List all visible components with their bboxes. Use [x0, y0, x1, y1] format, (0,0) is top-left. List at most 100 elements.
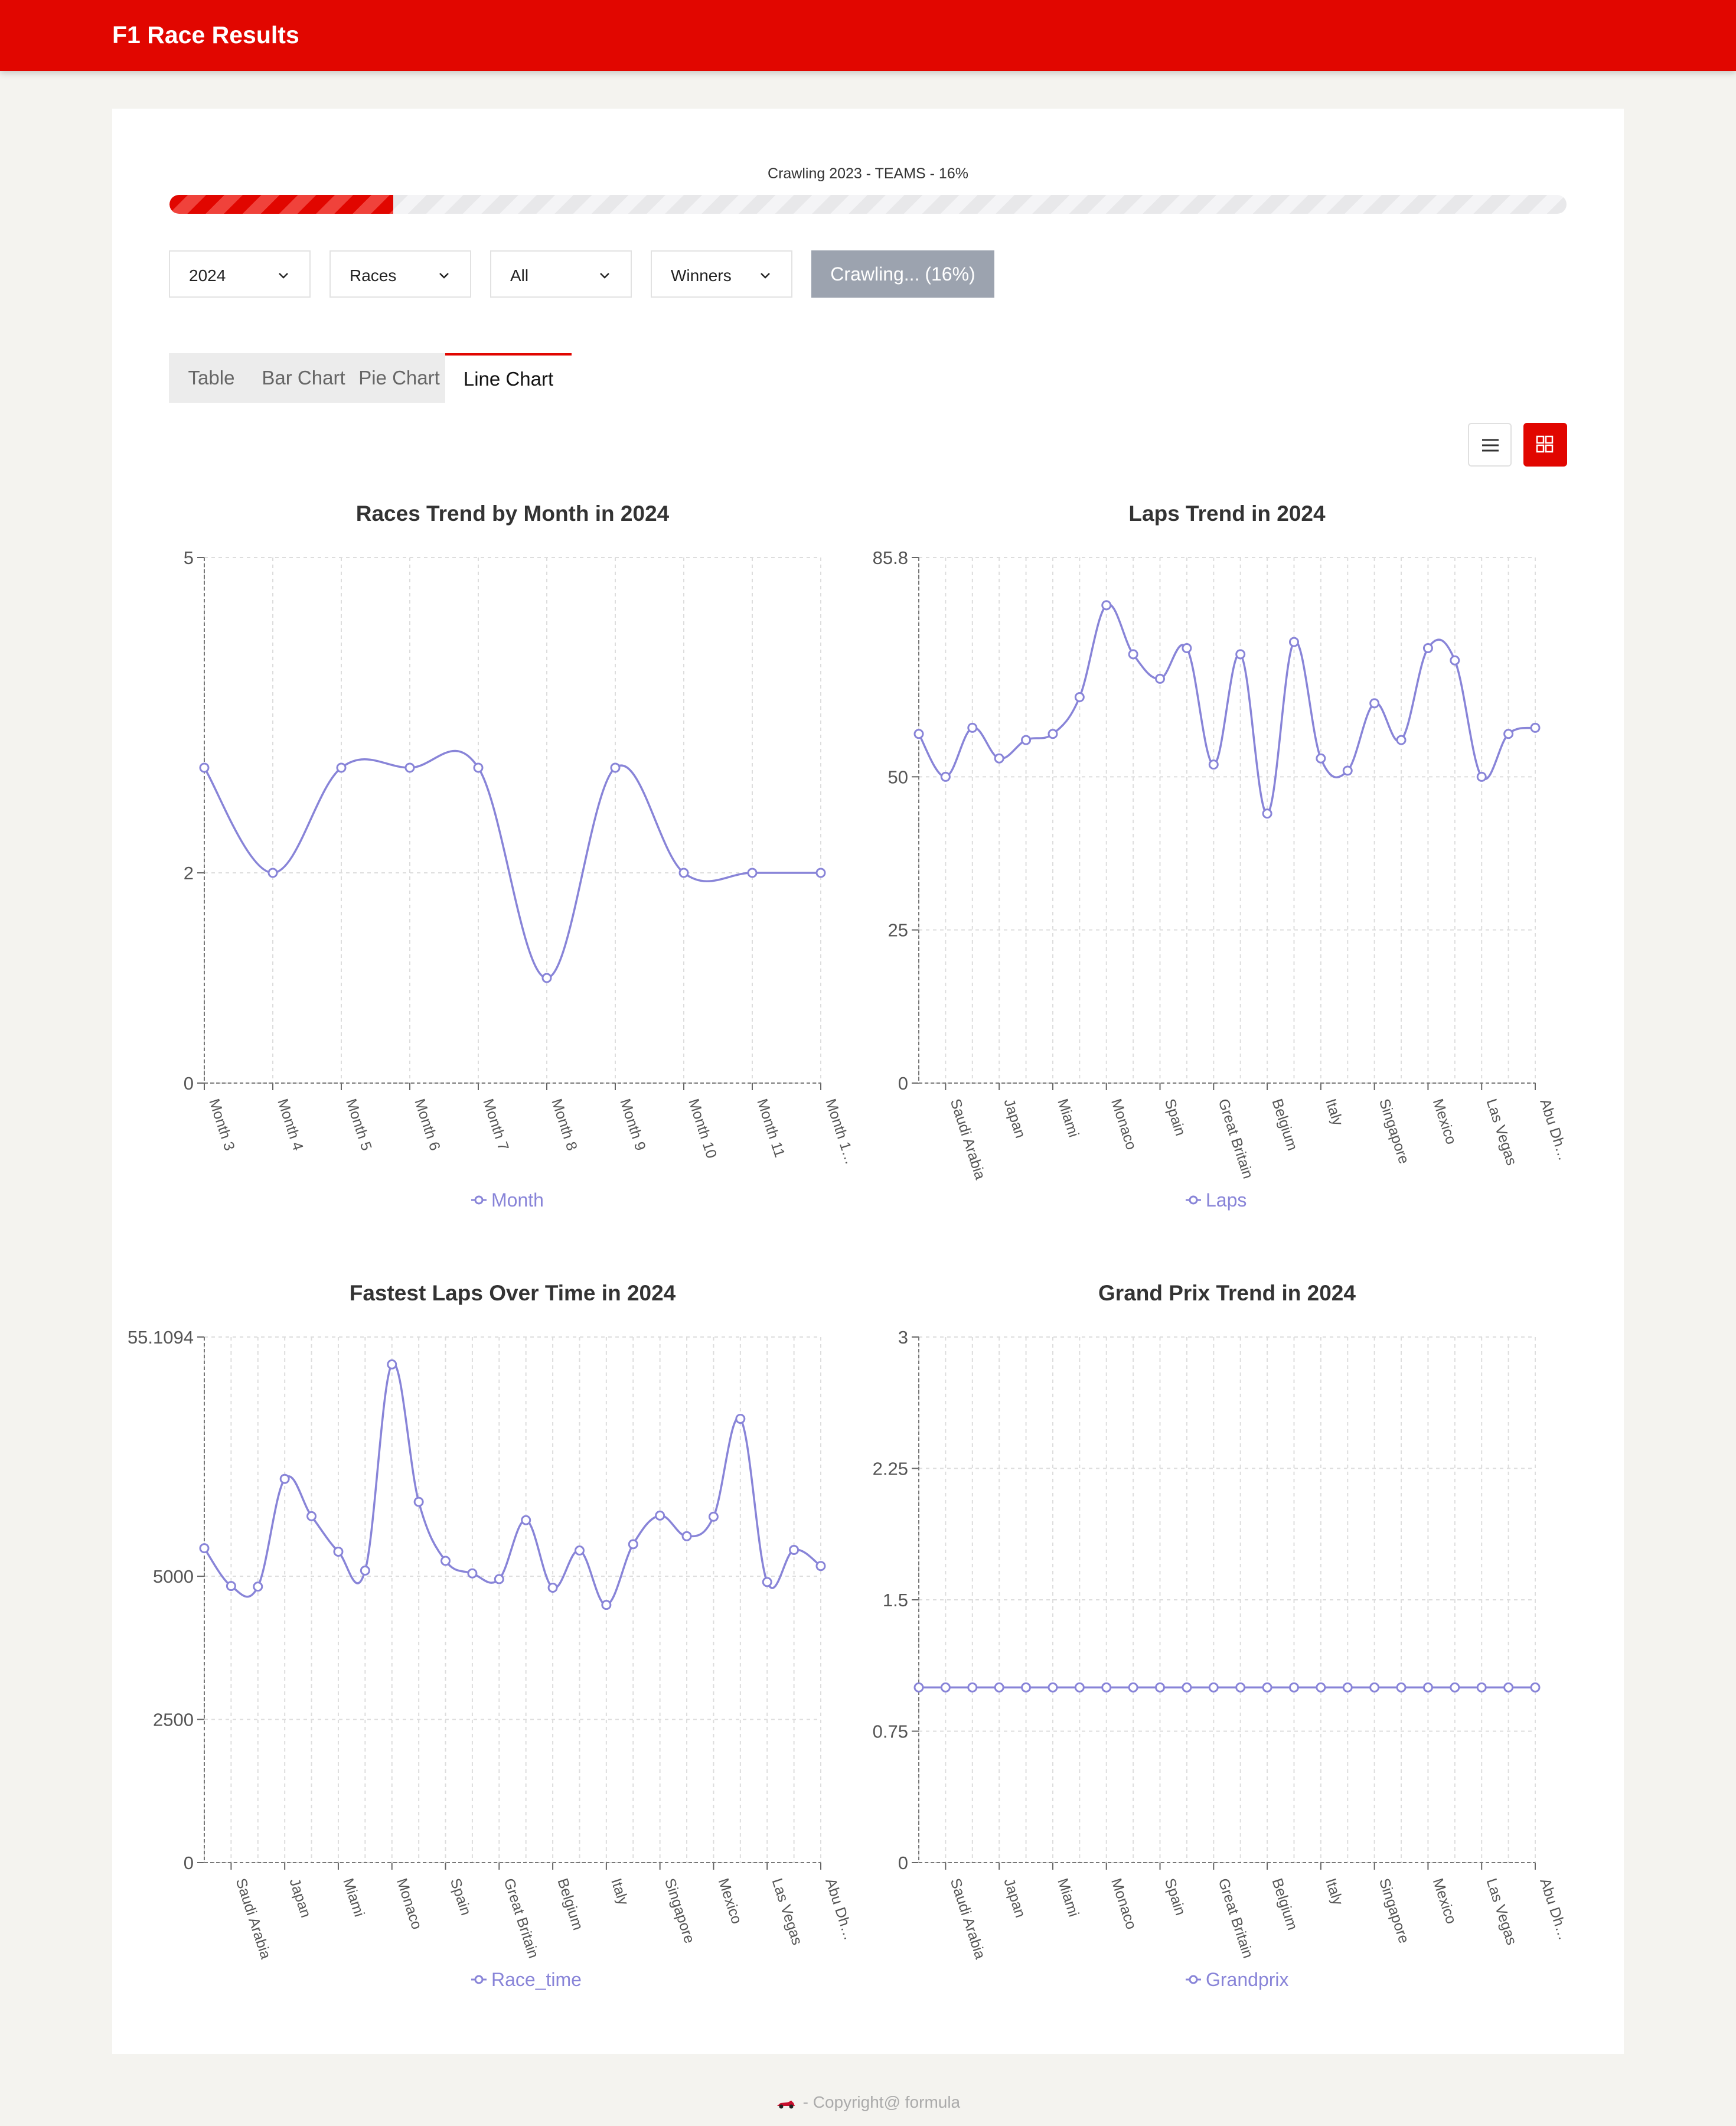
- year-select[interactable]: 2024: [169, 250, 311, 298]
- data-point[interactable]: [1101, 1682, 1112, 1693]
- data-point[interactable]: [708, 1511, 719, 1522]
- data-point[interactable]: [1155, 673, 1166, 684]
- data-point[interactable]: [678, 868, 689, 878]
- data-point[interactable]: [226, 1581, 236, 1592]
- data-point[interactable]: [1208, 1682, 1219, 1693]
- data-point[interactable]: [306, 1511, 317, 1521]
- data-point[interactable]: [762, 1577, 772, 1587]
- data-point[interactable]: [815, 868, 826, 878]
- data-point[interactable]: [494, 1574, 504, 1584]
- data-point[interactable]: [1021, 1682, 1032, 1693]
- data-point[interactable]: [735, 1413, 746, 1424]
- data-point[interactable]: [1182, 643, 1192, 654]
- data-point[interactable]: [1182, 1682, 1192, 1693]
- data-point[interactable]: [913, 1682, 924, 1693]
- data-point[interactable]: [1476, 1682, 1487, 1693]
- data-point[interactable]: [336, 762, 347, 773]
- scope-select[interactable]: All: [490, 250, 632, 298]
- data-point[interactable]: [1396, 735, 1407, 745]
- data-point[interactable]: [1288, 1682, 1299, 1693]
- data-point[interactable]: [1235, 1682, 1246, 1693]
- data-point[interactable]: [1208, 759, 1219, 770]
- crawl-button[interactable]: Crawling... (16%): [811, 250, 994, 298]
- data-point[interactable]: [413, 1496, 424, 1507]
- data-point[interactable]: [1369, 1682, 1380, 1693]
- grid-view-button[interactable]: [1523, 423, 1567, 467]
- data-point[interactable]: [473, 762, 484, 773]
- chart-legend[interactable]: Month: [471, 1189, 544, 1211]
- data-point[interactable]: [279, 1473, 290, 1484]
- data-point[interactable]: [1074, 692, 1085, 703]
- data-point[interactable]: [1074, 1682, 1085, 1693]
- tab-line-chart[interactable]: Line Chart: [445, 353, 572, 403]
- data-point[interactable]: [360, 1565, 370, 1576]
- data-point[interactable]: [628, 1539, 638, 1550]
- data-point[interactable]: [440, 1556, 451, 1566]
- data-point[interactable]: [574, 1545, 585, 1556]
- data-point[interactable]: [387, 1359, 397, 1369]
- data-point[interactable]: [940, 771, 951, 782]
- data-point[interactable]: [1021, 735, 1032, 745]
- data-point[interactable]: [1476, 771, 1487, 782]
- legend-label: Laps: [1206, 1189, 1246, 1211]
- chart-legend[interactable]: Race_time: [471, 1969, 582, 1990]
- data-point[interactable]: [1316, 753, 1326, 764]
- data-point[interactable]: [681, 1531, 692, 1541]
- data-point[interactable]: [1422, 643, 1433, 654]
- data-point[interactable]: [815, 1561, 826, 1571]
- data-point[interactable]: [547, 1583, 558, 1593]
- data-point[interactable]: [1101, 600, 1112, 611]
- data-point[interactable]: [521, 1515, 531, 1525]
- data-point[interactable]: [601, 1600, 612, 1610]
- category-select[interactable]: Races: [329, 250, 471, 298]
- result-type-select[interactable]: Winners: [651, 250, 792, 298]
- data-point[interactable]: [1262, 808, 1272, 819]
- data-point[interactable]: [253, 1582, 263, 1592]
- chart-legend[interactable]: Laps: [1186, 1189, 1246, 1211]
- data-point[interactable]: [199, 762, 210, 773]
- data-point[interactable]: [1530, 1682, 1541, 1693]
- data-point[interactable]: [1262, 1682, 1272, 1693]
- data-point[interactable]: [1422, 1682, 1433, 1693]
- data-point[interactable]: [789, 1545, 800, 1556]
- data-point[interactable]: [1342, 765, 1353, 776]
- tab-pie-chart[interactable]: Pie Chart: [353, 353, 445, 403]
- data-point[interactable]: [1342, 1682, 1353, 1693]
- data-point[interactable]: [1288, 637, 1299, 647]
- data-point[interactable]: [655, 1510, 665, 1521]
- data-point[interactable]: [1450, 655, 1460, 666]
- data-point[interactable]: [1048, 1682, 1058, 1693]
- data-point[interactable]: [1155, 1682, 1166, 1693]
- data-point[interactable]: [967, 1682, 978, 1693]
- data-point[interactable]: [967, 722, 978, 733]
- data-point[interactable]: [467, 1568, 478, 1579]
- x-tick-label: Monaco: [393, 1876, 425, 1931]
- data-point[interactable]: [994, 753, 1004, 764]
- data-point[interactable]: [994, 1682, 1004, 1693]
- tab-bar-chart[interactable]: Bar Chart: [254, 353, 353, 403]
- data-point[interactable]: [1450, 1682, 1460, 1693]
- data-point[interactable]: [1396, 1682, 1407, 1693]
- data-point[interactable]: [404, 762, 415, 773]
- data-point[interactable]: [610, 762, 621, 773]
- data-point[interactable]: [913, 729, 924, 739]
- data-point[interactable]: [267, 868, 278, 878]
- data-point[interactable]: [1128, 1682, 1138, 1693]
- data-point[interactable]: [199, 1543, 210, 1554]
- data-point[interactable]: [1530, 722, 1541, 733]
- data-point[interactable]: [1235, 649, 1246, 660]
- data-point[interactable]: [1369, 698, 1380, 709]
- list-view-button[interactable]: [1468, 423, 1512, 467]
- x-tick-label: Miami: [340, 1876, 367, 1919]
- data-point[interactable]: [333, 1546, 344, 1557]
- data-point[interactable]: [1128, 649, 1138, 660]
- chart-legend[interactable]: Grandprix: [1186, 1969, 1289, 1990]
- data-point[interactable]: [747, 868, 758, 878]
- tab-table[interactable]: Table: [169, 353, 254, 403]
- data-point[interactable]: [1503, 729, 1514, 739]
- data-point[interactable]: [1316, 1682, 1326, 1693]
- data-point[interactable]: [1503, 1682, 1514, 1693]
- data-point[interactable]: [940, 1682, 951, 1693]
- data-point[interactable]: [541, 973, 552, 983]
- data-point[interactable]: [1048, 729, 1058, 739]
